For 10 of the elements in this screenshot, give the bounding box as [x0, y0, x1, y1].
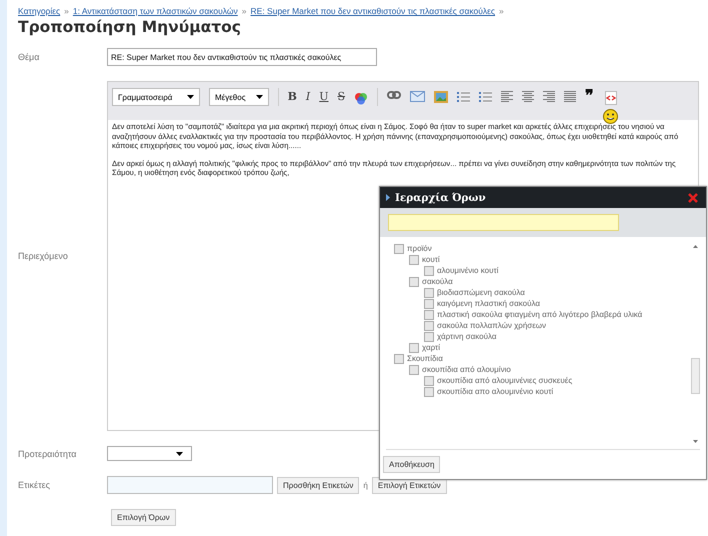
dialog-title: Ιεραρχία Όρων	[395, 192, 486, 204]
field-label: Προτεραιότητα	[18, 448, 78, 458]
field-label: Περιεχόμενο	[18, 251, 69, 261]
or-text: ή	[363, 480, 368, 490]
breadcrumb-separator: »	[64, 6, 69, 16]
field-label: Θέμα	[18, 52, 40, 62]
page-title: Τροποποίηση Μηνύματος	[18, 18, 242, 36]
breadcrumb-separator: »	[499, 6, 504, 16]
field-label: Ετικέτες	[18, 480, 51, 490]
breadcrumb-separator: »	[242, 6, 247, 16]
